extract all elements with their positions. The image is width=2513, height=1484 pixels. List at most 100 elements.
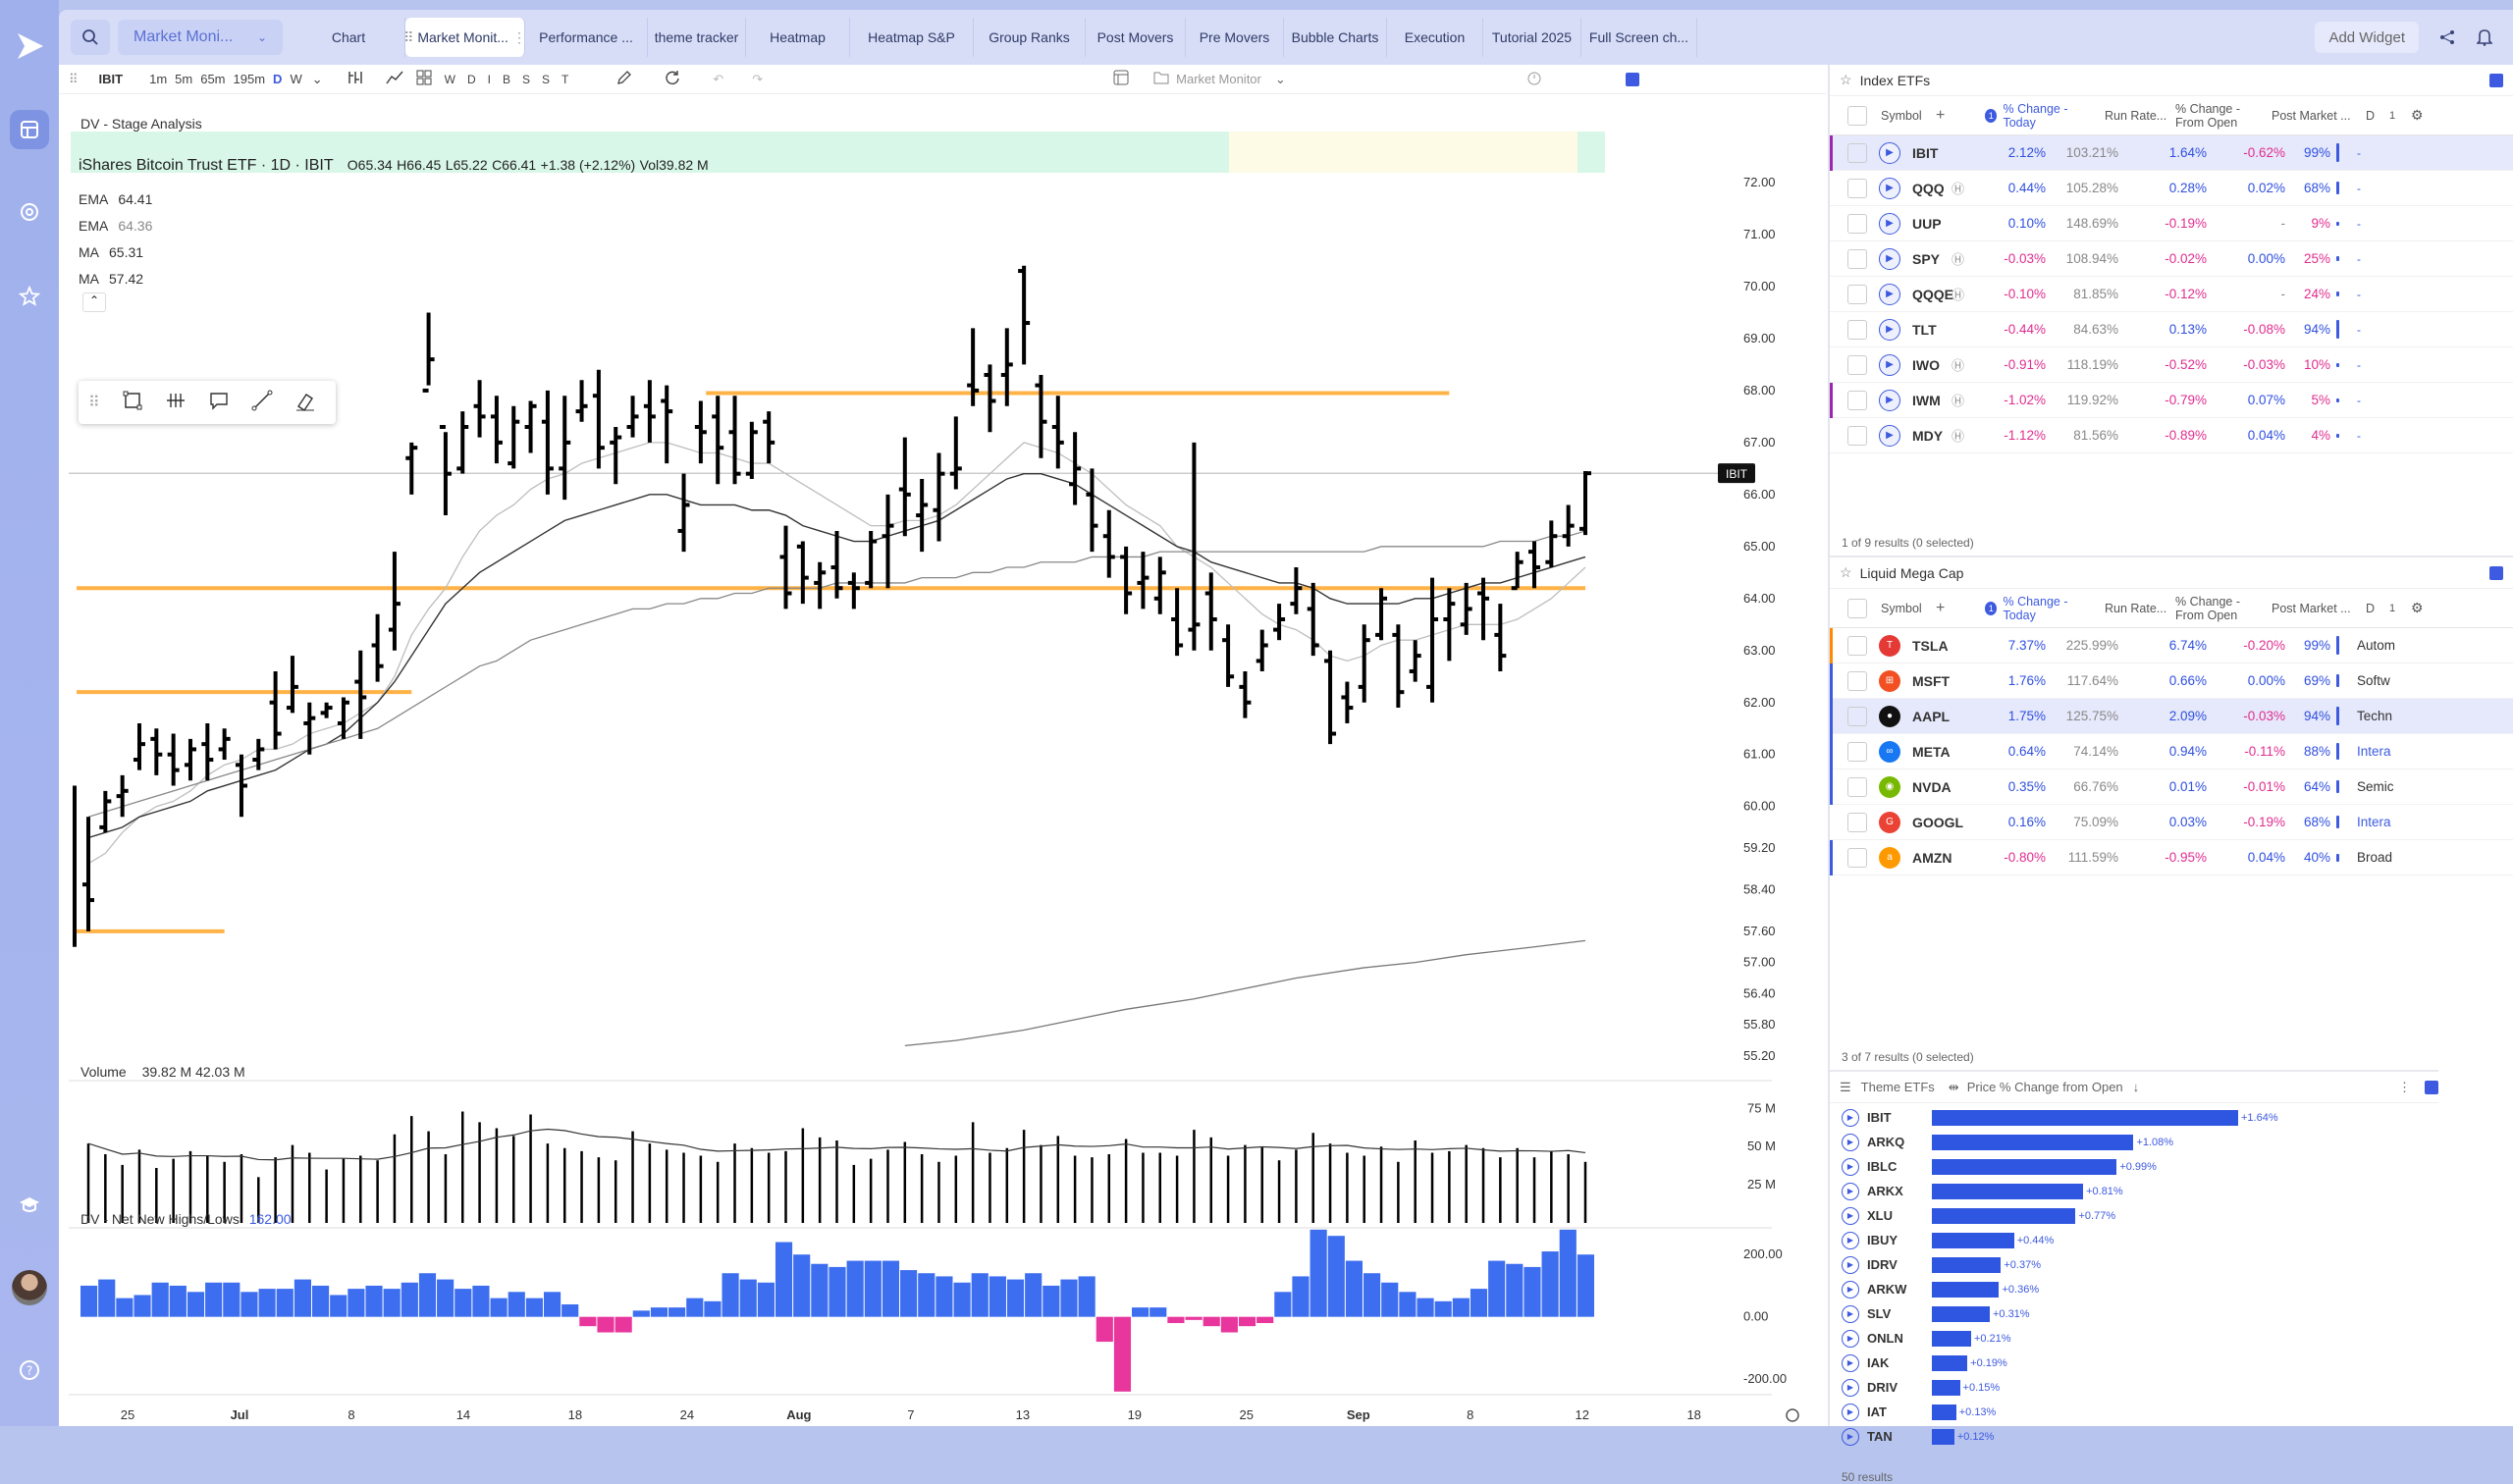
- comment-tool-icon[interactable]: [208, 390, 230, 416]
- metric-label[interactable]: Price % Change from Open: [1967, 1080, 2123, 1094]
- more-icon[interactable]: ⋮: [2398, 1080, 2411, 1095]
- layout-select[interactable]: Market Moni... ⌄: [118, 20, 283, 55]
- holdings-icon[interactable]: Ⓗ: [1952, 249, 1977, 268]
- tab-pre-movers[interactable]: Pre Movers: [1186, 18, 1284, 57]
- list-item[interactable]: ▶ IAT +0.13%: [1830, 1400, 2438, 1424]
- play-icon[interactable]: ▶: [1842, 1304, 1859, 1323]
- tab-bubble-charts[interactable]: Bubble Charts: [1284, 18, 1387, 57]
- drag-handle-icon[interactable]: ⠿: [88, 393, 100, 412]
- period-letter[interactable]: S: [522, 73, 530, 86]
- column-run-rate[interactable]: Run Rate...: [2105, 602, 2169, 615]
- list-item[interactable]: ▶ IAK +0.19%: [1830, 1351, 2438, 1375]
- more-icon[interactable]: ⋮: [512, 29, 526, 46]
- row-checkbox[interactable]: [1847, 812, 1867, 832]
- timeframe-65m[interactable]: 65m: [200, 72, 225, 86]
- column-post-market[interactable]: Post Market ...: [2272, 602, 2356, 615]
- grid-layout-icon[interactable]: [416, 70, 432, 88]
- layout-panel-icon[interactable]: [1113, 70, 1129, 88]
- table-row[interactable]: a AMZN -0.80% 111.59% -0.95% 0.04% 40% Broad: [1830, 840, 2513, 875]
- list-item[interactable]: ▶ IBLC +0.99%: [1830, 1154, 2438, 1179]
- table-row[interactable]: ▶ IWO Ⓗ -0.91% 118.19% -0.52% -0.03% 10% -: [1830, 347, 2513, 383]
- table-row[interactable]: ● AAPL 1.75% 125.75% 2.09% -0.03% 94% Techn: [1830, 699, 2513, 734]
- timeframe-w[interactable]: W: [290, 72, 301, 86]
- link-color-icon[interactable]: [1625, 72, 1639, 86]
- indicator-icon[interactable]: [348, 70, 365, 88]
- timer-icon[interactable]: [1526, 70, 1542, 88]
- period-letter[interactable]: D: [467, 73, 476, 86]
- column-symbol[interactable]: Symbol: [1881, 602, 1936, 615]
- play-icon[interactable]: ▶: [1842, 1427, 1859, 1446]
- eraser-tool-icon[interactable]: [294, 390, 316, 416]
- indicator-ma[interactable]: MA 57.42: [79, 266, 152, 292]
- table-row[interactable]: ▶ IBIT 2.12% 103.21% 1.64% -0.62% 99% -: [1830, 135, 2513, 171]
- row-checkbox[interactable]: [1847, 354, 1867, 375]
- list-item[interactable]: ▶ SLV +0.31%: [1830, 1301, 2438, 1326]
- folder-icon[interactable]: [1153, 71, 1169, 87]
- drag-handle-icon[interactable]: ⠿: [69, 72, 79, 87]
- search-icon[interactable]: [71, 20, 110, 55]
- play-icon[interactable]: ▶: [1879, 389, 1900, 411]
- pencil-icon[interactable]: [616, 70, 632, 88]
- row-checkbox[interactable]: [1847, 178, 1867, 198]
- price-chart[interactable]: 72.0071.0070.0069.0068.0067.0066.0065.00…: [59, 94, 1826, 1426]
- column-change-open[interactable]: % Change - From Open: [2175, 102, 2260, 130]
- tab-theme-tracker[interactable]: theme tracker: [648, 18, 746, 57]
- table-row[interactable]: ▶ QQQ Ⓗ 0.44% 105.28% 0.28% 0.02% 68% -: [1830, 171, 2513, 206]
- timeframe-195m[interactable]: 195m: [234, 72, 266, 86]
- holdings-icon[interactable]: Ⓗ: [1952, 285, 1977, 303]
- play-icon[interactable]: ▶: [1842, 1231, 1859, 1249]
- share-icon[interactable]: [2433, 23, 2462, 52]
- tab-execution[interactable]: Execution: [1387, 18, 1483, 57]
- row-checkbox[interactable]: [1847, 741, 1867, 762]
- list-item[interactable]: ▶ XLU +0.77%: [1830, 1203, 2438, 1228]
- tab-market-monit[interactable]: ⠿ Market Monit... ⋮: [403, 18, 526, 57]
- settings-icon[interactable]: ⚙: [2411, 600, 2424, 616]
- settings-icon[interactable]: ⚙: [2411, 107, 2424, 124]
- table-row[interactable]: ▶ QQQE Ⓗ -0.10% 81.85% -0.12% - 24% -: [1830, 277, 2513, 312]
- star-icon[interactable]: [10, 277, 49, 316]
- drag-handle-icon[interactable]: ⠿: [403, 29, 413, 46]
- play-icon[interactable]: ▶: [1842, 1133, 1859, 1151]
- row-checkbox[interactable]: [1847, 847, 1867, 868]
- play-icon[interactable]: ▶: [1879, 141, 1900, 164]
- table-row[interactable]: ∞ META 0.64% 74.14% 0.94% -0.11% 88% Intera: [1830, 734, 2513, 769]
- collapse-legend-button[interactable]: ⌃: [82, 292, 106, 312]
- holdings-icon[interactable]: Ⓗ: [1952, 179, 1977, 197]
- play-icon[interactable]: ▶: [1842, 1378, 1859, 1397]
- play-icon[interactable]: ▶: [1842, 1255, 1859, 1274]
- play-icon[interactable]: ▶: [1842, 1329, 1859, 1348]
- column-run-rate[interactable]: Run Rate...: [2105, 109, 2169, 123]
- list-icon[interactable]: ☰: [1840, 1080, 1851, 1095]
- link-color-icon[interactable]: [2489, 73, 2503, 87]
- row-checkbox[interactable]: [1847, 670, 1867, 691]
- radar-icon[interactable]: [10, 192, 49, 232]
- add-column-icon[interactable]: +: [1936, 600, 1985, 617]
- list-item[interactable]: ▶ ARKQ +1.08%: [1830, 1130, 2438, 1154]
- row-checkbox[interactable]: [1847, 213, 1867, 234]
- rectangle-tool-icon[interactable]: [122, 390, 143, 416]
- period-letter[interactable]: T: [561, 73, 568, 86]
- list-item[interactable]: ▶ IBUY +0.44%: [1830, 1228, 2438, 1252]
- row-checkbox[interactable]: [1847, 142, 1867, 163]
- layout-name[interactable]: Market Monitor: [1176, 72, 1261, 86]
- link-color-icon[interactable]: [2425, 1080, 2438, 1094]
- column-d[interactable]: D: [2366, 109, 2389, 123]
- tab-tutorial-2025[interactable]: Tutorial 2025: [1483, 18, 1581, 57]
- column-d[interactable]: D: [2366, 602, 2389, 615]
- tab-full-screen-ch[interactable]: Full Screen ch...: [1581, 18, 1697, 57]
- column-change-today[interactable]: 1 % Change - Today: [1985, 102, 2093, 130]
- play-icon[interactable]: ▶: [1842, 1206, 1859, 1225]
- table-row[interactable]: ⊞ MSFT 1.76% 117.64% 0.66% 0.00% 69% Softw: [1830, 663, 2513, 699]
- column-symbol[interactable]: Symbol: [1881, 109, 1936, 123]
- sort-desc-icon[interactable]: ↓: [2133, 1080, 2140, 1094]
- list-item[interactable]: ▶ IBIT +1.64%: [1830, 1105, 2438, 1130]
- undo-icon[interactable]: ↶: [713, 72, 723, 87]
- play-icon[interactable]: ▶: [1842, 1157, 1859, 1176]
- table-row[interactable]: ▶ SPY Ⓗ -0.03% 108.94% -0.02% 0.00% 25% -: [1830, 241, 2513, 277]
- tab-heatmap-s-p[interactable]: Heatmap S&P: [850, 18, 974, 57]
- indicator-ema[interactable]: EMA 64.36: [79, 213, 152, 239]
- symbol-input[interactable]: IBIT: [99, 72, 124, 86]
- table-row[interactable]: ▶ UUP 0.10% 148.69% -0.19% - 9% -: [1830, 206, 2513, 241]
- list-item[interactable]: ▶ ONLN +0.21%: [1830, 1326, 2438, 1351]
- table-row[interactable]: G GOOGL 0.16% 75.09% 0.03% -0.19% 68% Intera: [1830, 805, 2513, 840]
